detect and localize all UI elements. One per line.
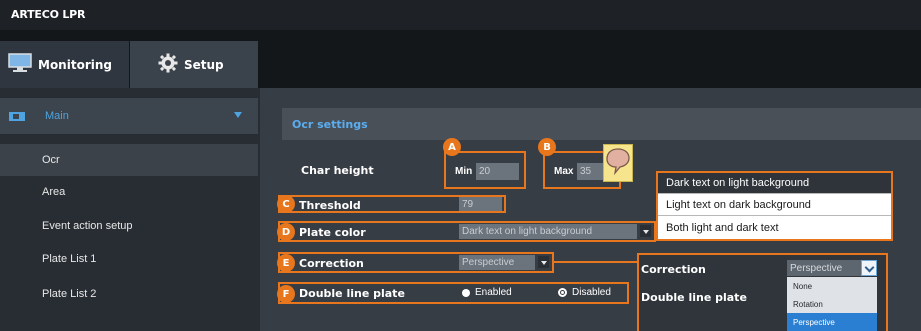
plate-color-option[interactable]: Dark text on light background — [658, 173, 891, 194]
sidebar-item-ocr[interactable]: Ocr — [0, 144, 258, 176]
sidebar-item-event-action-setup[interactable]: Event action setup — [0, 210, 258, 242]
badge-c: C — [277, 195, 295, 213]
plate-color-option[interactable]: Light text on dark background — [658, 195, 891, 216]
correction-option[interactable]: Rotation — [787, 295, 877, 313]
sidebar-item-label: Event action setup — [42, 220, 133, 232]
sidebar-item-area[interactable]: Area — [0, 176, 258, 208]
correction-dropdown-icon[interactable] — [538, 256, 549, 268]
radio-enabled-label: Enabled — [475, 287, 512, 298]
radio-disabled-label: Disabled — [572, 287, 611, 298]
char-height-label: Char height — [301, 164, 374, 177]
gear-icon — [158, 53, 178, 76]
char-height-min-value: 20 — [479, 166, 491, 177]
correction-option[interactable]: Perspective — [787, 313, 877, 331]
plate-color-label: Plate color — [299, 226, 366, 239]
char-height-min-input[interactable]: 20 — [476, 163, 519, 180]
callout-correction-select[interactable]: Perspective — [787, 260, 862, 276]
callout-double-line-label: Double line plate — [641, 291, 747, 304]
threshold-label: Threshold — [299, 199, 361, 212]
correction-value: Perspective — [462, 257, 515, 268]
double-line-plate-label: Double line plate — [299, 287, 405, 300]
radio-enabled-icon[interactable] — [462, 289, 470, 297]
sidebar-item-plate-list-2[interactable]: Plate List 2 — [0, 278, 258, 310]
tab-setup-label: Setup — [184, 57, 224, 72]
sidebar-item-label: Plate List 2 — [42, 288, 97, 300]
plate-color-options-callout: Dark text on light background Light text… — [656, 171, 893, 241]
sidebar-group-label: Main — [45, 110, 69, 122]
sidebar-item-plate-list-1[interactable]: Plate List 1 — [0, 243, 258, 275]
mouse-cursor — [603, 144, 633, 182]
badge-e: E — [277, 254, 295, 272]
plate-color-option[interactable]: Both light and dark text — [658, 217, 891, 238]
title-bar: ARTECO LPR — [0, 0, 921, 30]
callout-correction-value: Perspective — [790, 262, 843, 274]
camera-icon — [9, 111, 25, 121]
sidebar-group-main[interactable]: Main — [0, 98, 258, 134]
tab-monitoring[interactable]: Monitoring — [0, 41, 129, 88]
monitor-icon — [8, 53, 32, 76]
chevron-down-icon — [234, 112, 242, 118]
sidebar-item-label: Plate List 1 — [42, 253, 97, 265]
badge-a: A — [443, 138, 461, 156]
sidebar: Main Ocr Area Event action setup Plate L… — [0, 88, 260, 331]
badge-d: D — [277, 223, 295, 241]
sidebar-item-label: Ocr — [42, 154, 60, 166]
threshold-value: 79 — [462, 198, 474, 210]
sidebar-item-label: Area — [42, 186, 66, 198]
plate-color-select[interactable]: Dark text on light background — [459, 224, 637, 239]
main-tabbar: Monitoring Setup — [0, 30, 921, 88]
radio-disabled-icon[interactable] — [558, 288, 567, 297]
correction-select[interactable]: Perspective — [459, 255, 535, 270]
tab-monitoring-label: Monitoring — [38, 57, 112, 72]
plate-color-value: Dark text on light background — [462, 226, 593, 237]
section-header: Ocr settings — [282, 108, 921, 140]
badge-b: B — [538, 138, 556, 156]
chevron-down-icon[interactable] — [861, 260, 877, 276]
tab-setup[interactable]: Setup — [130, 41, 258, 88]
threshold-input[interactable]: 79 — [459, 197, 502, 211]
section-title: Ocr settings — [292, 117, 368, 131]
min-label: Min — [455, 166, 473, 177]
badge-f: F — [277, 285, 295, 303]
max-label: Max — [554, 166, 574, 177]
char-height-max-value: 35 — [580, 166, 592, 177]
app-title: ARTECO LPR — [11, 8, 86, 21]
correction-options-list: None Rotation Perspective — [787, 277, 877, 331]
annotation-connector — [554, 261, 639, 263]
correction-options-callout: Correction Double line plate Perspective… — [637, 253, 888, 331]
correction-option[interactable]: None — [787, 277, 877, 295]
callout-correction-label: Correction — [641, 263, 706, 276]
correction-label: Correction — [299, 257, 364, 270]
plate-color-dropdown-icon[interactable] — [640, 225, 651, 237]
